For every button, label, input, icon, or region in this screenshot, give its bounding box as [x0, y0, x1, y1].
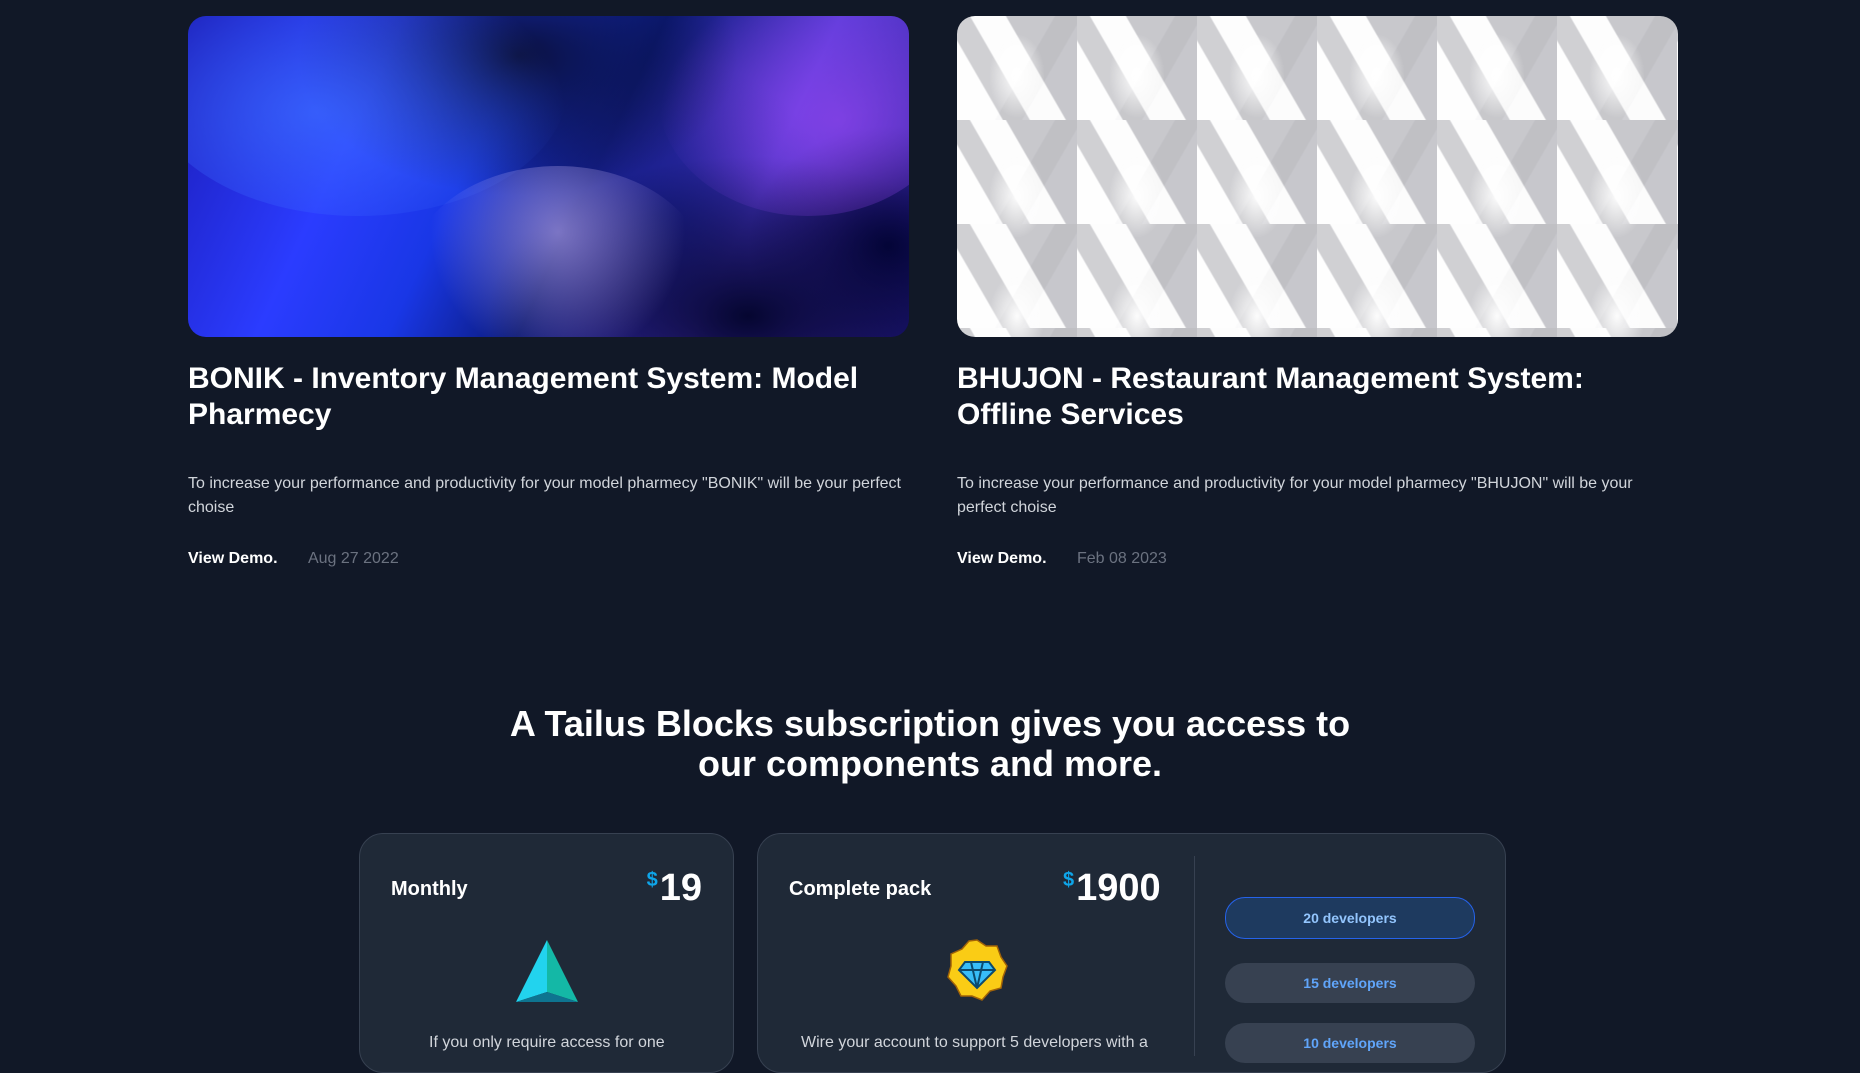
view-demo-link[interactable]: View Demo.	[188, 550, 278, 567]
plan-name: Complete pack	[789, 878, 932, 900]
pricing-card-monthly: Monthly $19 If you only require access f…	[359, 833, 734, 1073]
plan-description: Wire your account to support 5 developer…	[801, 1034, 1148, 1051]
project-card-bonik: BONIK - Inventory Management System: Mod…	[188, 16, 909, 567]
project-title: BONIK - Inventory Management System: Mod…	[188, 362, 859, 431]
currency-symbol: $	[646, 869, 658, 891]
project-date: Feb 08 2023	[1076, 550, 1167, 567]
project-image-bhujon	[957, 16, 1678, 337]
developers-option-15[interactable]: 15 developers	[1225, 963, 1475, 1003]
plan-name: Monthly	[391, 878, 468, 900]
pricing-card-complete: Complete pack $1900 Wire your account to…	[757, 833, 1506, 1073]
project-description: To increase your performance and product…	[188, 475, 901, 516]
developers-option-10[interactable]: 10 developers	[1225, 1023, 1475, 1063]
plan-description: If you only require access for one	[429, 1034, 665, 1051]
pricing-heading-line-1: A Tailus Blocks subscription gives you a…	[509, 703, 1351, 744]
currency-symbol: $	[1063, 869, 1075, 891]
price-value: 1900	[1076, 867, 1161, 909]
diamond-badge-icon	[947, 939, 1008, 1001]
pricing-heading-line-2: our components and more.	[697, 743, 1163, 784]
pricing-heading: A Tailus Blocks subscription gives you a…	[0, 704, 1860, 784]
pyramid-icon	[516, 940, 578, 1002]
plan-price: $1900	[1063, 867, 1161, 910]
project-date: Aug 27 2022	[307, 550, 399, 567]
project-description: To increase your performance and product…	[957, 475, 1633, 516]
project-title: BHUJON - Restaurant Management System: O…	[957, 362, 1584, 431]
card-divider	[1194, 856, 1195, 1056]
view-demo-link[interactable]: View Demo.	[957, 550, 1047, 567]
price-value: 19	[659, 867, 702, 909]
developers-option-20[interactable]: 20 developers	[1225, 897, 1475, 939]
project-card-bhujon: BHUJON - Restaurant Management System: O…	[957, 16, 1678, 567]
plan-price: $19	[647, 867, 702, 910]
project-image-bonik	[188, 16, 909, 337]
